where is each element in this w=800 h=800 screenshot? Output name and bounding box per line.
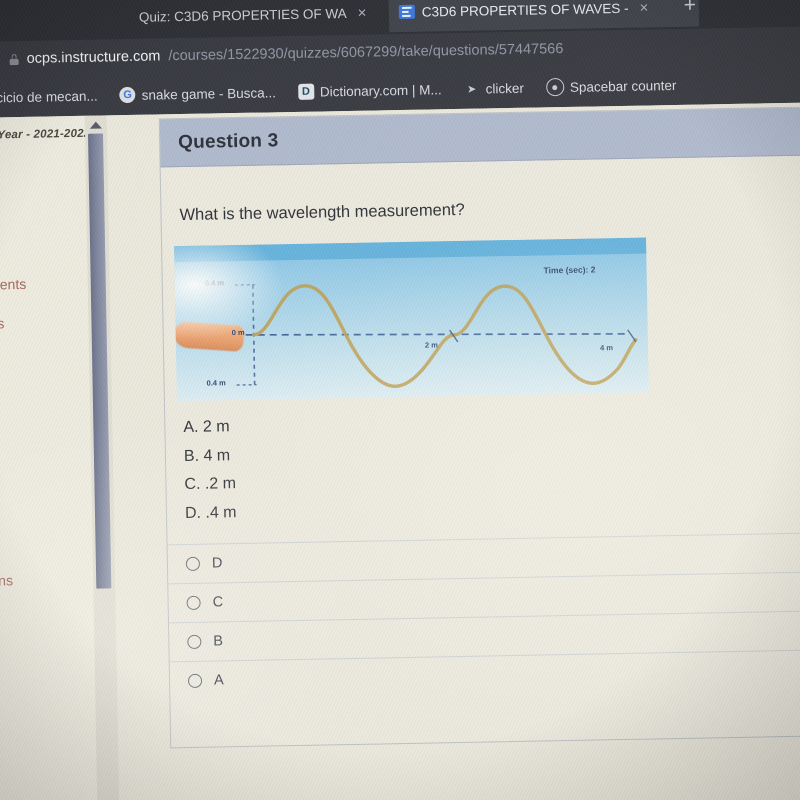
wave-diagram-image: 0.4 m 0 m 0.4 m 2 m 4 m Time (sec): 2 bbox=[174, 237, 649, 402]
nav-item-11[interactable]: on bbox=[0, 634, 94, 652]
bookmark-0[interactable]: cicio de mecan... bbox=[0, 84, 102, 108]
equilibrium-axis bbox=[245, 333, 628, 336]
cursor-icon: ➤ bbox=[466, 83, 477, 96]
nav-item-6[interactable]: e bbox=[0, 388, 90, 406]
screen-photo: d × Quiz: C3D6 PROPERTIES OF WA × C3D6 P… bbox=[0, 0, 800, 800]
nav-item-12[interactable]: Drive bbox=[0, 671, 95, 689]
bookmark-label: cicio de mecan... bbox=[0, 88, 98, 105]
question-number: Question 3 bbox=[177, 129, 279, 153]
choice-text-a: A. 2 m bbox=[183, 418, 230, 437]
answer-list: D C B A bbox=[167, 531, 800, 701]
wave-diagram-svg bbox=[234, 284, 638, 388]
nav-item-3[interactable]: uncements bbox=[0, 275, 88, 293]
choices-text-block: A. 2 m B. 4 m C. .2 m D. .4 m bbox=[183, 418, 237, 534]
radio-button-b[interactable] bbox=[187, 634, 202, 650]
choice-text-c: C. .2 m bbox=[184, 475, 237, 494]
nav-item-10[interactable]: ery bbox=[0, 611, 94, 629]
time-label: Time (sec): 2 bbox=[543, 264, 596, 276]
bookmark-2[interactable]: D Dictionary.com | M... bbox=[294, 78, 446, 103]
bookmark-label: Spacebar counter bbox=[569, 77, 677, 95]
nav-item-5[interactable]: ssions bbox=[0, 350, 89, 368]
choice-text-d: D. .4 m bbox=[184, 503, 237, 522]
dictionary-icon: D bbox=[297, 83, 315, 100]
amplitude-top-label: 0.4 m bbox=[204, 278, 225, 288]
nav-item-4[interactable]: nments bbox=[0, 314, 89, 332]
amplitude-bottom-label: 0.4 m bbox=[206, 378, 226, 388]
browser-tab-0[interactable]: d × bbox=[0, 0, 33, 41]
question-card: Question 3 What is the wavelength measur… bbox=[158, 105, 800, 749]
question-body: What is the wavelength measurement? 0.4 … bbox=[161, 156, 800, 748]
axis-label-2m: 2 m bbox=[424, 340, 438, 350]
browser-chrome: d × Quiz: C3D6 PROPERTIES OF WA × C3D6 P… bbox=[0, 0, 800, 118]
browser-tab-1[interactable]: Quiz: C3D6 PROPERTIES OF WA × bbox=[129, 0, 400, 37]
course-navigation: Full Year - 2021-2022 e les es uncements… bbox=[0, 115, 98, 800]
browser-tab-2[interactable]: C3D6 PROPERTIES OF WAVES - × bbox=[388, 0, 700, 33]
quiz-content: Question 3 What is the wavelength measur… bbox=[106, 102, 800, 800]
bookmark-4[interactable]: Spacebar counter bbox=[542, 73, 681, 100]
close-icon[interactable]: × bbox=[635, 0, 652, 17]
answer-label-b: B bbox=[213, 633, 224, 650]
answer-label-a: A bbox=[213, 672, 224, 689]
answer-label-c: C bbox=[212, 594, 224, 611]
google-icon: G bbox=[119, 86, 136, 104]
nav-item-14[interactable]: ED- bbox=[0, 748, 97, 766]
answer-label-d: D bbox=[211, 555, 223, 572]
nav-item-9[interactable]: orations bbox=[0, 571, 93, 589]
new-tab-button[interactable]: + bbox=[684, 0, 697, 17]
course-title: Full Year - 2021-2022 bbox=[0, 127, 91, 142]
lock-icon bbox=[10, 54, 19, 65]
bookmark-1[interactable]: G snake game - Busca... bbox=[115, 81, 280, 106]
origin-label: 0 m bbox=[231, 327, 245, 338]
nav-item-0[interactable]: e bbox=[0, 158, 86, 176]
nav-item-13[interactable]: ate bbox=[0, 710, 96, 728]
radio-button-a[interactable] bbox=[187, 673, 203, 689]
nav-item-8[interactable]: s bbox=[0, 526, 92, 544]
bookmark-3[interactable]: ➤ clicker bbox=[459, 77, 528, 100]
question-prompt: What is the wavelength measurement? bbox=[179, 200, 465, 225]
page-viewport: Full Year - 2021-2022 e les es uncements… bbox=[0, 102, 800, 800]
nav-item-7[interactable]: s bbox=[0, 486, 92, 504]
url-path: /courses/1522930/quizzes/6067299/take/qu… bbox=[168, 41, 564, 65]
nav-item-2[interactable]: es bbox=[0, 236, 87, 254]
bookmark-label: Dictionary.com | M... bbox=[319, 81, 442, 99]
close-icon[interactable]: × bbox=[353, 3, 370, 22]
browser-window: d × Quiz: C3D6 PROPERTIES OF WA × C3D6 P… bbox=[0, 0, 800, 800]
choice-text-b: B. 4 m bbox=[183, 446, 231, 465]
nav-item-15[interactable]: Hill bbox=[0, 772, 97, 790]
url-host: ocps.instructure.com bbox=[26, 48, 161, 67]
radio-button-c[interactable] bbox=[186, 595, 201, 611]
nav-item-1[interactable]: les bbox=[0, 197, 86, 215]
radio-button-d[interactable] bbox=[185, 556, 201, 572]
bookmark-label: clicker bbox=[485, 80, 525, 96]
tab-title: C3D6 PROPERTIES OF WAVES - bbox=[421, 0, 629, 20]
canvas-doc-icon bbox=[398, 4, 415, 20]
tab-title: Quiz: C3D6 PROPERTIES OF WA bbox=[138, 5, 347, 25]
address-bar[interactable]: ocps.instructure.com/courses/1522930/qui… bbox=[9, 35, 563, 73]
axis-label-4m: 4 m bbox=[599, 343, 614, 353]
scroll-up-arrow[interactable] bbox=[89, 121, 102, 129]
bookmark-label: snake game - Busca... bbox=[141, 84, 277, 103]
target-icon bbox=[545, 78, 565, 97]
